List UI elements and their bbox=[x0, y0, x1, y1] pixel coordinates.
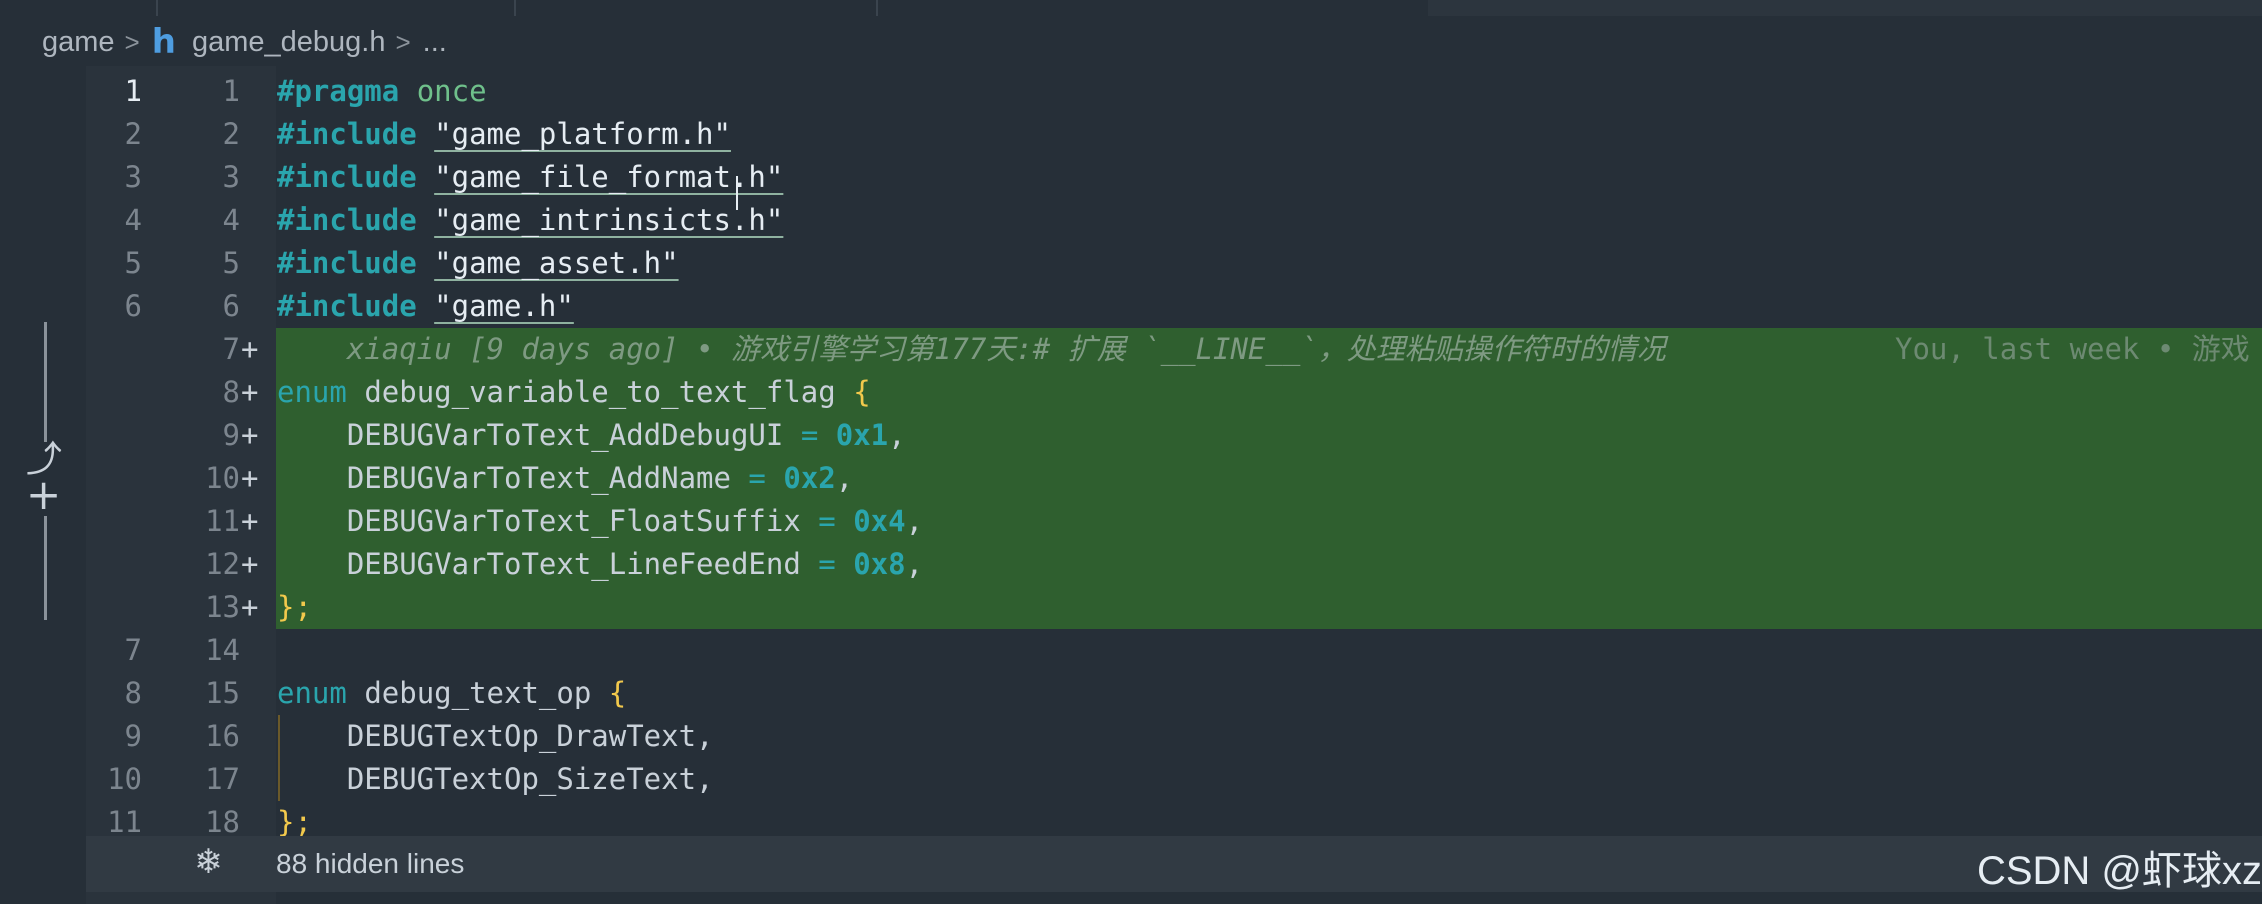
breadcrumb: game > h game_debug.h > ... bbox=[42, 22, 447, 62]
old-line-number: 1 bbox=[124, 74, 142, 108]
new-line-number: 17 bbox=[205, 762, 240, 796]
code-line[interactable]: 9 16 DEBUGTextOp_DrawText, bbox=[0, 715, 2262, 758]
tab-divider bbox=[156, 0, 158, 16]
code-line[interactable]: 7 14 bbox=[0, 629, 2262, 672]
new-line-number: 4 bbox=[222, 203, 240, 237]
code-line-added[interactable]: 12 + DEBUGVarToText_LineFeedEnd = 0x8, bbox=[0, 543, 2262, 586]
fold-expand-icon[interactable]: ❄ bbox=[194, 842, 223, 882]
tab-bar bbox=[0, 0, 2262, 16]
code-text: #pragma once bbox=[277, 74, 487, 108]
code-line[interactable]: 5 5 #include "game_asset.h" bbox=[0, 242, 2262, 285]
tab-divider bbox=[876, 0, 878, 16]
code-text: DEBUGVarToText_FloatSuffix = 0x4, bbox=[346, 504, 924, 538]
added-line-highlight bbox=[276, 586, 2262, 629]
code-text: }; bbox=[277, 590, 312, 624]
added-marker: + bbox=[241, 461, 259, 495]
code-line-added[interactable]: 13 + }; bbox=[0, 586, 2262, 629]
code-text: #include "game_asset.h" bbox=[277, 246, 679, 280]
old-line-number: 9 bbox=[124, 719, 142, 753]
code-line[interactable]: 1 1 #pragma once bbox=[0, 70, 2262, 113]
new-line-number: 14 bbox=[205, 633, 240, 667]
old-line-number: 6 bbox=[124, 289, 142, 323]
hidden-lines-bar[interactable]: ❄ 88 hidden lines bbox=[86, 836, 2262, 892]
code-line[interactable]: 6 6 #include "game.h" bbox=[0, 285, 2262, 328]
include-link[interactable]: "game_intrinsicts.h" bbox=[434, 203, 783, 237]
breadcrumb-file[interactable]: game_debug.h bbox=[192, 26, 386, 59]
breadcrumb-more[interactable]: ... bbox=[423, 26, 447, 59]
new-line-number: 12 bbox=[205, 547, 240, 581]
include-link[interactable]: "game.h" bbox=[434, 289, 574, 323]
chevron-right-icon: > bbox=[395, 26, 411, 57]
new-line-number: 7 bbox=[222, 332, 240, 366]
code-line[interactable]: 10 17 DEBUGTextOp_SizeText, bbox=[0, 758, 2262, 801]
git-blame-annotation[interactable]: xiaqiu [9 days ago] • 游戏引擎学习第177天:# 扩展 `… bbox=[277, 328, 1666, 371]
watermark: CSDN @虾球xz bbox=[1976, 849, 2262, 893]
include-link[interactable]: "game_platform.h" bbox=[434, 117, 731, 151]
code-text: DEBUGVarToText_AddName = 0x2, bbox=[346, 461, 854, 495]
new-line-number: 11 bbox=[205, 504, 240, 538]
c-header-file-icon: h bbox=[151, 22, 176, 62]
old-line-number: 2 bbox=[124, 117, 142, 151]
code-line-added[interactable]: 7 + xiaqiu [9 days ago] • 游戏引擎学习第177天:# … bbox=[0, 328, 2262, 371]
code-line-added[interactable]: 9 + DEBUGVarToText_AddDebugUI = 0x1, bbox=[0, 414, 2262, 457]
code-line-added[interactable]: 8 + enum debug_variable_to_text_flag { bbox=[0, 371, 2262, 414]
new-line-number: 3 bbox=[222, 160, 240, 194]
git-blame-inline[interactable]: You, last week • 游戏 bbox=[1895, 328, 2250, 371]
new-line-number: 2 bbox=[222, 117, 240, 151]
code-text: enum debug_text_op { bbox=[277, 676, 627, 710]
hidden-lines-label[interactable]: 88 hidden lines bbox=[276, 848, 464, 880]
new-line-number: 5 bbox=[222, 246, 240, 280]
code-text: DEBUGTextOp_DrawText, bbox=[346, 719, 714, 753]
code-line[interactable]: 4 4 #include "game_intrinsicts.h" bbox=[0, 199, 2262, 242]
old-line-number: 5 bbox=[124, 246, 142, 280]
added-marker: + bbox=[241, 375, 259, 409]
added-marker: + bbox=[241, 590, 259, 624]
code-line[interactable]: 8 15 enum debug_text_op { bbox=[0, 672, 2262, 715]
code-text: #include "game_file_format.h" bbox=[277, 160, 784, 194]
new-line-number: 9 bbox=[222, 418, 240, 452]
include-link[interactable]: "game_asset.h" bbox=[434, 246, 678, 280]
code-text: #include "game.h" bbox=[277, 289, 574, 323]
chevron-right-icon: > bbox=[124, 26, 140, 57]
code-line[interactable]: 3 3 #include "game_file_format.h" bbox=[0, 156, 2262, 199]
new-line-number: 13 bbox=[205, 590, 240, 624]
new-line-number: 8 bbox=[222, 375, 240, 409]
old-line-number: 10 bbox=[107, 762, 142, 796]
tab-divider bbox=[514, 0, 516, 16]
old-line-number: 4 bbox=[124, 203, 142, 237]
added-marker: + bbox=[241, 547, 259, 581]
code-text: DEBUGVarToText_LineFeedEnd = 0x8, bbox=[346, 547, 924, 581]
new-line-number: 6 bbox=[222, 289, 240, 323]
new-line-number: 1 bbox=[222, 74, 240, 108]
code-line-added[interactable]: 11 + DEBUGVarToText_FloatSuffix = 0x4, bbox=[0, 500, 2262, 543]
added-marker: + bbox=[241, 418, 259, 452]
text-cursor bbox=[736, 176, 738, 210]
code-text: DEBUGVarToText_AddDebugUI = 0x1, bbox=[346, 418, 906, 452]
new-line-number: 10 bbox=[205, 461, 240, 495]
old-line-number: 8 bbox=[124, 676, 142, 710]
added-marker: + bbox=[241, 332, 259, 366]
old-line-number: 7 bbox=[124, 633, 142, 667]
code-text: DEBUGTextOp_SizeText, bbox=[346, 762, 714, 796]
include-link[interactable]: "game_file_format.h" bbox=[434, 160, 783, 194]
code-text: #include "game_platform.h" bbox=[277, 117, 731, 151]
code-text: #include "game_intrinsicts.h" bbox=[277, 203, 784, 237]
new-line-number: 15 bbox=[205, 676, 240, 710]
breadcrumb-folder[interactable]: game bbox=[42, 26, 115, 59]
old-line-number: 3 bbox=[124, 160, 142, 194]
code-line-added[interactable]: 10 + DEBUGVarToText_AddName = 0x2, bbox=[0, 457, 2262, 500]
code-line[interactable]: 2 2 #include "game_platform.h" bbox=[0, 113, 2262, 156]
new-line-number: 16 bbox=[205, 719, 240, 753]
indent-guide bbox=[278, 715, 280, 801]
added-marker: + bbox=[241, 504, 259, 538]
code-text: enum debug_variable_to_text_flag { bbox=[277, 375, 871, 409]
tab-area-right[interactable] bbox=[1428, 0, 2262, 16]
